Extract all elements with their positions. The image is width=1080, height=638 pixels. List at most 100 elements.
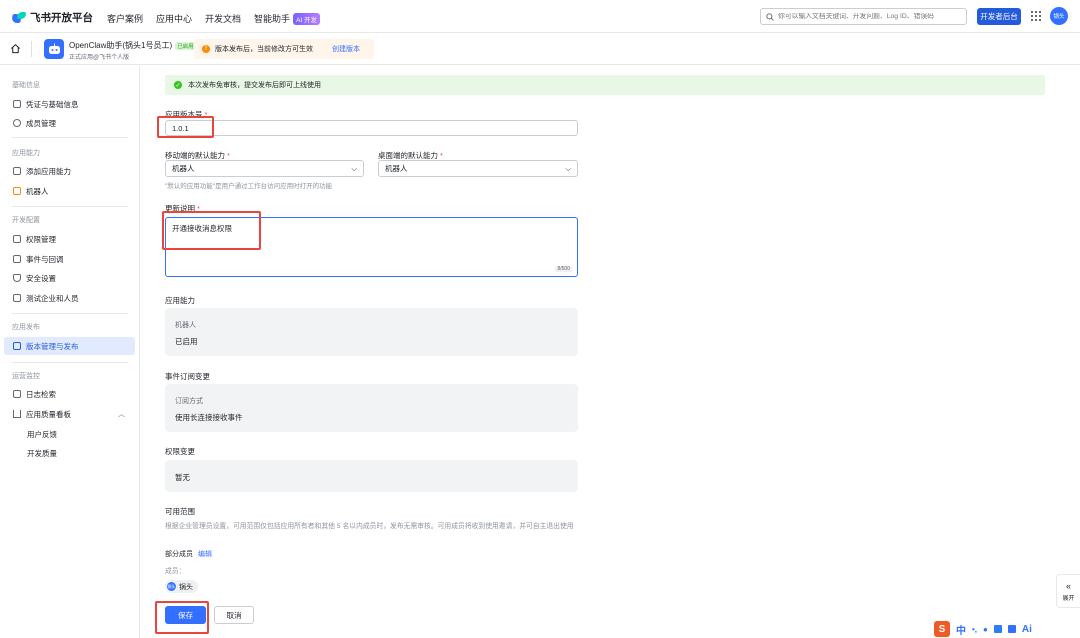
notice-text: 版本发布后，当前修改方可生效	[215, 46, 313, 53]
notes-textarea[interactable]: 开通接收消息权限 8/500	[165, 217, 578, 277]
skin-icon[interactable]	[1007, 625, 1016, 633]
mobile-default-select[interactable]: 机器人 ⌵	[165, 160, 364, 177]
search-icon	[766, 12, 774, 21]
search-input[interactable]	[778, 13, 963, 20]
sidebar-item-events[interactable]: 事件与回调	[4, 250, 135, 268]
microphone-icon[interactable]: ●	[983, 625, 988, 634]
warning-icon: !	[202, 45, 210, 53]
divider	[12, 206, 128, 207]
search-box[interactable]	[760, 8, 967, 25]
mobile-select-value: 机器人	[172, 164, 195, 173]
cancel-button[interactable]: 取消	[214, 606, 254, 624]
nav-smart-assistant[interactable]: 智能助手 AI 开发	[254, 12, 321, 25]
ai-dev-badge: AI 开发	[293, 12, 321, 25]
required-mark: *	[227, 151, 230, 160]
scope-edit-link[interactable]: 编辑	[198, 551, 212, 558]
status-badge: 已启用	[175, 41, 196, 50]
notes-label: 更新说明 *	[165, 203, 200, 214]
expand-panel-button[interactable]: « 展开	[1056, 574, 1080, 608]
ime-chinese-mode[interactable]: 中	[956, 622, 966, 637]
sidebar-group-dev: 开发配置	[12, 217, 40, 224]
user-avatar[interactable]: 锅头	[1050, 7, 1068, 25]
sidebar-item-members[interactable]: 成员管理	[4, 114, 135, 132]
bar-chart-icon	[13, 410, 21, 418]
save-button[interactable]: 保存	[165, 606, 206, 624]
ime-ai-button[interactable]: Ai	[1022, 624, 1032, 635]
lock-icon	[13, 235, 21, 243]
keyboard-icon[interactable]	[993, 625, 1002, 633]
home-icon[interactable]	[10, 43, 21, 54]
app-bot-icon	[44, 39, 64, 59]
notes-text: 开通接收消息权限	[172, 224, 232, 233]
sidebar-item-label: 开发质量	[27, 448, 57, 458]
members-label: 成员：	[165, 568, 186, 575]
event-key: 订阅方式	[175, 398, 203, 405]
robot-icon	[13, 187, 21, 195]
sidebar-item-security[interactable]: 安全设置	[4, 269, 135, 287]
sidebar-item-label: 凭证与基础信息	[26, 99, 79, 109]
check-circle-icon: ✓	[174, 81, 182, 89]
create-version-link[interactable]: 创建版本	[332, 44, 360, 54]
sidebar-item-label: 权限管理	[26, 234, 56, 244]
brand-name: 飞书开放平台	[30, 12, 93, 24]
app-header: OpenClaw助手(锅头1号员工) 已启用 正式应用@飞书个人版 ! 版本发布…	[0, 33, 1080, 65]
avatar: 锅头	[167, 582, 176, 591]
sidebar-item-add-capability[interactable]: 添加应用能力	[4, 162, 135, 180]
sidebar-group-ops: 运营监控	[12, 373, 40, 380]
double-chevron-left-icon: «	[1065, 580, 1071, 591]
sidebar-item-label: 成员管理	[26, 118, 56, 128]
desktop-default-select[interactable]: 机器人 ⌵	[378, 160, 578, 177]
sidebar-item-dev-quality[interactable]: 开发质量	[4, 444, 135, 462]
sidebar-item-version-manage[interactable]: 版本管理与发布	[4, 337, 135, 355]
divider	[31, 41, 32, 57]
chevron-up-icon: ︿	[118, 411, 125, 418]
sidebar-item-label: 添加应用能力	[26, 166, 71, 176]
feishu-logo[interactable]: 飞书开放平台	[11, 10, 93, 25]
dev-console-button[interactable]: 开发者后台	[977, 8, 1021, 25]
version-input[interactable]: 1.0.1	[165, 120, 578, 136]
member-name: 锅头	[179, 583, 193, 591]
sidebar-item-test-enterprise[interactable]: 测试企业和人员	[4, 289, 135, 307]
divider	[12, 313, 128, 314]
publish-notice: ! 版本发布后，当前修改方可生效 创建版本	[194, 39, 374, 59]
sidebar-group-basic: 基础信息	[12, 82, 40, 89]
scope-section-title: 可用范围	[165, 507, 195, 516]
event-value: 使用长连接接收事件	[175, 413, 243, 422]
sogou-icon[interactable]: S	[934, 621, 950, 637]
app-edition: 正式应用@飞书个人版	[69, 55, 130, 61]
nav-customer-cases[interactable]: 客户案例	[107, 12, 143, 25]
sidebar-item-credentials[interactable]: 凭证与基础信息	[4, 95, 135, 113]
sidebar-group-capability: 应用能力	[12, 150, 40, 157]
capability-card: 机器人 已启用	[165, 308, 578, 356]
chevron-down-icon: ⌵	[565, 163, 571, 173]
app-name-text: OpenClaw助手(锅头1号员工)	[69, 41, 173, 50]
sidebar-item-label: 测试企业和人员	[26, 293, 79, 303]
event-section-title: 事件订阅变更	[165, 372, 210, 381]
member-chip: 锅头 锅头	[165, 580, 198, 593]
sidebar-item-label: 机器人	[26, 186, 49, 196]
scope-setting: 部分成员 编辑	[165, 549, 212, 559]
sidebar-item-label: 用户反馈	[27, 429, 57, 439]
app-grid-icon[interactable]	[1031, 11, 1041, 21]
capability-section-title: 应用能力	[165, 296, 195, 305]
mobile-label-text: 移动端的默认能力	[165, 151, 225, 160]
sidebar-item-bot[interactable]: 机器人	[4, 182, 135, 200]
feishu-logo-icon	[11, 11, 26, 24]
event-icon	[13, 255, 21, 263]
event-card: 订阅方式 使用长连接接收事件	[165, 384, 578, 432]
sidebar: 基础信息 凭证与基础信息 成员管理 应用能力 添加应用能力 机器人 开发配置 权…	[0, 66, 140, 638]
version-label-text: 应用版本号	[165, 110, 203, 119]
log-search-icon	[13, 390, 21, 398]
sidebar-item-label: 日志检索	[26, 389, 56, 399]
sidebar-item-quality[interactable]: 应用质量看板 ︿	[4, 405, 135, 423]
nav-dev-docs[interactable]: 开发文档	[205, 12, 241, 25]
punctuation-icon[interactable]: •,	[972, 625, 977, 634]
user-icon	[13, 119, 21, 127]
top-navigation: 飞书开放平台 客户案例 应用中心 开发文档 智能助手 AI 开发 开发者后台 锅…	[0, 0, 1080, 33]
perm-section-title: 权限变更	[165, 447, 195, 456]
sidebar-item-feedback[interactable]: 用户反馈	[4, 425, 135, 443]
nav-app-center[interactable]: 应用中心	[156, 12, 192, 25]
sidebar-item-logs[interactable]: 日志检索	[4, 385, 135, 403]
sidebar-item-permissions[interactable]: 权限管理	[4, 230, 135, 248]
required-mark: *	[204, 110, 208, 119]
